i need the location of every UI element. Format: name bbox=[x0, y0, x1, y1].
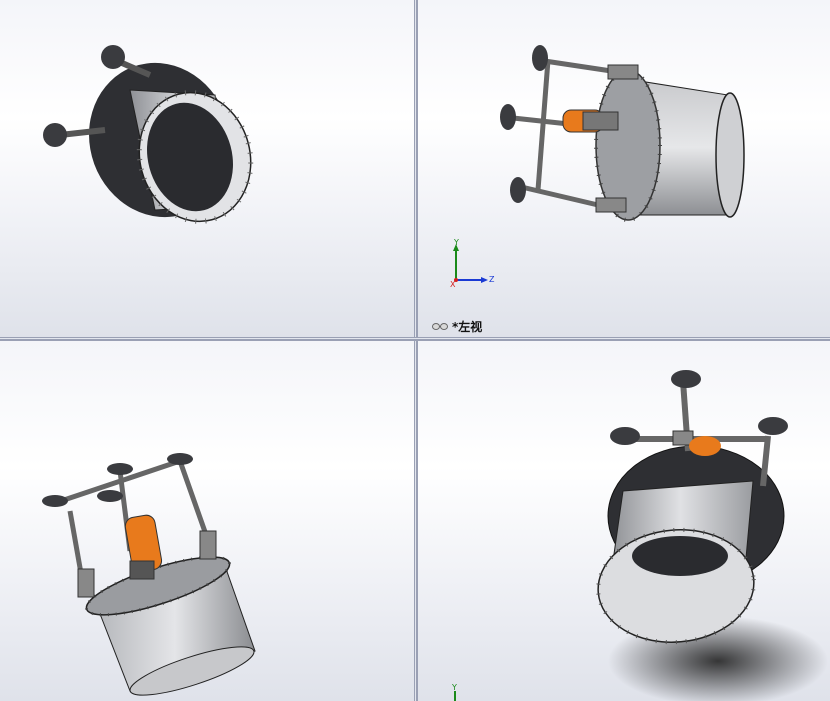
view-label-top-right: *左视 bbox=[432, 318, 482, 335]
viewport-splitter-horizontal[interactable] bbox=[0, 337, 830, 341]
viewport-bottom-left[interactable] bbox=[0, 341, 414, 701]
coordinate-triad-bottom-right: Y bbox=[451, 683, 457, 701]
viewport-top-right[interactable]: Y Z X *左视 bbox=[418, 0, 830, 337]
view-name-text: *左视 bbox=[452, 320, 483, 334]
triad-z-label: Z bbox=[489, 275, 495, 284]
triad-y-label-br: Y bbox=[451, 683, 457, 692]
triad-y-label: Y bbox=[453, 238, 459, 247]
viewport-top-left[interactable] bbox=[0, 0, 414, 337]
viewport-bottom-right[interactable]: Y bbox=[418, 341, 830, 701]
viewport-grid: Y Z X *左视 Y bbox=[0, 0, 830, 701]
model-render-top-left bbox=[43, 45, 254, 224]
model-render-bottom-right bbox=[596, 370, 828, 701]
triad-x-label: X bbox=[450, 280, 456, 288]
model-render-bottom-left bbox=[42, 453, 256, 696]
glasses-icon bbox=[432, 323, 448, 330]
coordinate-triad-top-right: Y Z X bbox=[450, 238, 495, 288]
viewport-splitter-vertical[interactable] bbox=[414, 0, 418, 701]
